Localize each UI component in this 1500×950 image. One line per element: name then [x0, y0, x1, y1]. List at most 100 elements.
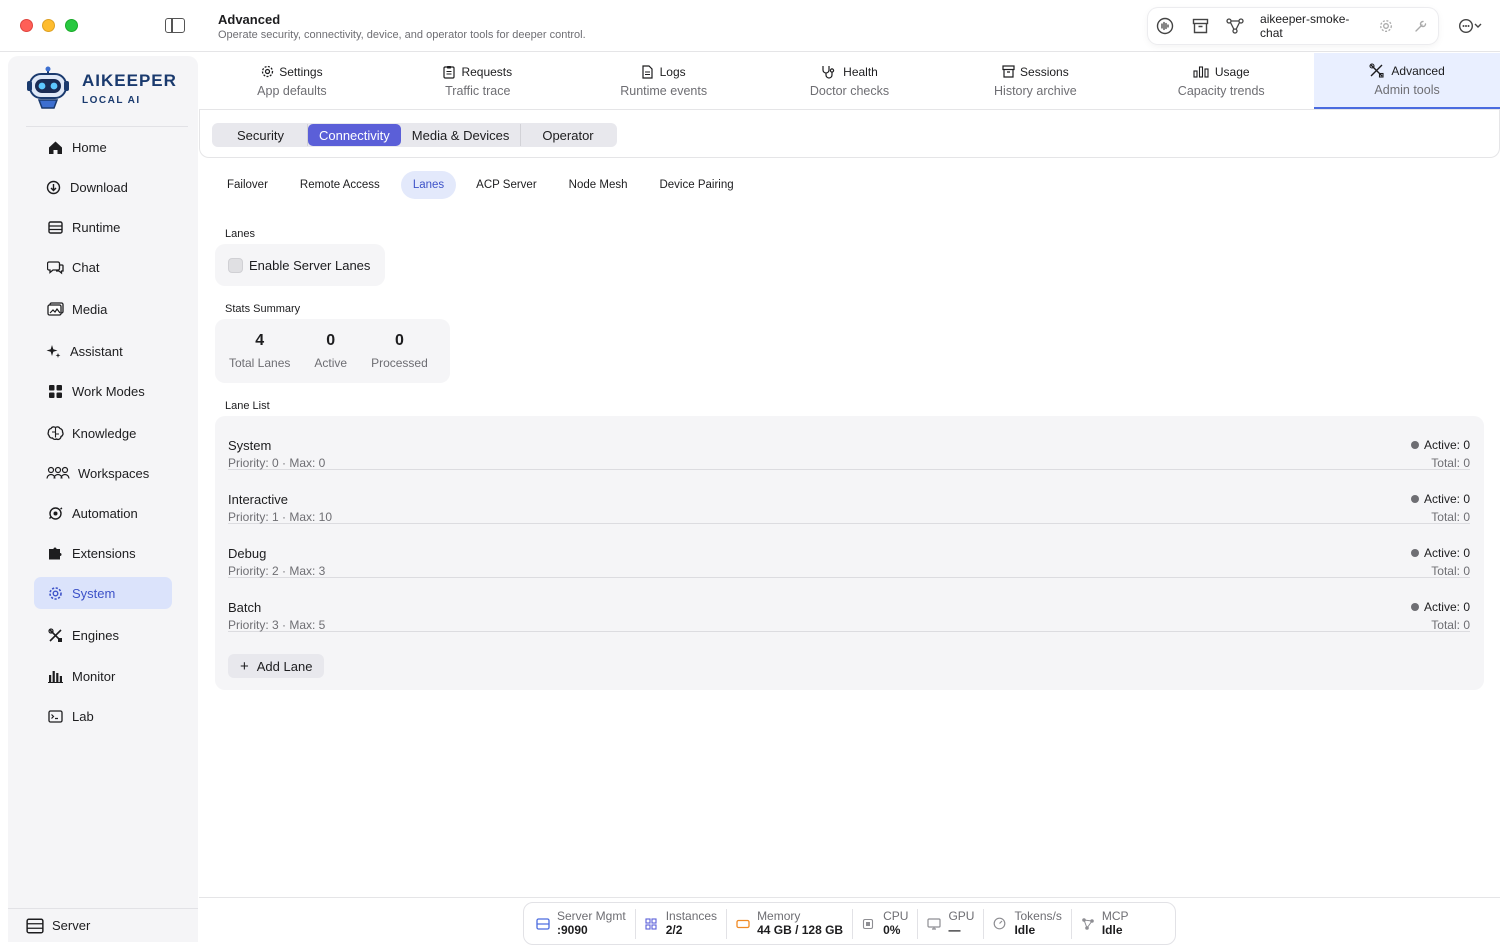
sidebar-item-lab[interactable]: Lab — [34, 700, 172, 732]
status-server-mgmt[interactable]: Server Mgmt:9090 — [536, 908, 636, 939]
tab-health[interactable]: Health Doctor checks — [757, 53, 943, 109]
sidebar-item-knowledge[interactable]: Knowledge — [34, 417, 172, 449]
add-lane-button[interactable]: + Add Lane — [228, 654, 325, 678]
pill-lanes[interactable]: Lanes — [400, 171, 457, 199]
status-instances[interactable]: Instances 2/2 — [645, 908, 728, 939]
page-header: Advanced Operate security, connectivity,… — [218, 12, 586, 41]
sidebar-toggle-icon[interactable] — [165, 18, 185, 33]
zoom-window-button[interactable] — [65, 19, 78, 32]
sidebar: AIKEEPER LOCAL AI Home Download Runtime … — [8, 56, 198, 942]
tab-advanced[interactable]: Advanced Admin tools — [1314, 53, 1500, 109]
stat-value: 4 — [255, 332, 265, 349]
sidebar-item-download[interactable]: Download — [34, 171, 172, 203]
lane-row[interactable]: Interactive Priority: 1 · Max: 10 Active… — [228, 470, 1470, 524]
tab-settings[interactable]: Settings App defaults — [199, 53, 385, 109]
grid-icon — [46, 382, 64, 400]
sidebar-item-automation[interactable]: Automation — [34, 497, 172, 529]
enable-server-lanes-toggle[interactable]: Enable Server Lanes — [215, 244, 385, 286]
sidebar-item-label: Monitor — [72, 668, 116, 684]
enable-server-lanes-checkbox[interactable] — [228, 257, 243, 273]
status-label: Memory — [757, 909, 801, 923]
tab-requests[interactable]: Requests Traffic trace — [385, 53, 571, 109]
segment-connectivity[interactable]: Connectivity — [307, 124, 401, 146]
connectivity-subtabs: Failover Remote Access Lanes ACP Server … — [215, 171, 754, 199]
tab-logs[interactable]: Logs Runtime events — [571, 53, 757, 109]
sidebar-item-home[interactable]: Home — [34, 131, 172, 163]
more-menu-button[interactable] — [1458, 16, 1486, 36]
gear-icon — [46, 584, 64, 602]
status-memory[interactable]: Memory 44 GB / 128 GB — [736, 908, 854, 939]
status-gpu[interactable]: GPU — — [927, 908, 985, 939]
tab-sublabel: Admin tools — [1374, 82, 1440, 97]
tab-usage[interactable]: Usage Capacity trends — [1128, 53, 1314, 109]
divider — [26, 126, 188, 127]
lane-active-label: Active: 0 — [1423, 438, 1470, 452]
current-profile-label[interactable]: aikeeper-smoke-chat — [1260, 12, 1365, 40]
branch-icon — [1225, 16, 1244, 36]
pill-device-pairing[interactable]: Device Pairing — [647, 171, 745, 199]
status-dot-icon — [1410, 603, 1419, 611]
memory-icon — [736, 917, 750, 931]
tab-label: Sessions — [1020, 64, 1069, 79]
gear-icon[interactable] — [1377, 16, 1396, 36]
lane-row[interactable]: System Priority: 0 · Max: 0 Active: 0 To… — [228, 416, 1470, 470]
status-label: MCP — [1101, 909, 1129, 923]
tab-sessions[interactable]: Sessions History archive — [942, 53, 1128, 109]
brand: AIKEEPER LOCAL AI — [26, 66, 177, 110]
sidebar-item-workspaces[interactable]: Workspaces — [34, 457, 172, 489]
status-label: GPU — [948, 909, 975, 923]
sidebar-item-runtime[interactable]: Runtime — [34, 211, 172, 243]
lane-meta: Priority: 0 · Max: 0 — [228, 456, 326, 470]
lane-row[interactable]: Debug Priority: 2 · Max: 3 Active: 0 Tot… — [228, 524, 1470, 578]
sidebar-item-engines[interactable]: Engines — [34, 619, 172, 651]
status-label: CPU — [883, 909, 909, 923]
server-footer-label: Server — [52, 918, 91, 933]
pill-acp-server[interactable]: ACP Server — [464, 171, 549, 199]
segment-security[interactable]: Security — [214, 124, 308, 146]
server-footer-button[interactable]: Server — [8, 908, 198, 942]
lane-row[interactable]: Batch Priority: 3 · Max: 5 Active: 0 Tot… — [228, 578, 1470, 632]
minimize-window-button[interactable] — [42, 19, 55, 32]
status-tokens[interactable]: Tokens/s Idle — [993, 908, 1072, 939]
add-lane-label: Add Lane — [256, 658, 313, 674]
sidebar-item-assistant[interactable]: Assistant — [34, 335, 172, 367]
server-icon — [536, 917, 550, 931]
tab-sublabel: App defaults — [257, 83, 327, 98]
sidebar-item-system[interactable]: System — [34, 577, 172, 609]
wrench-icon[interactable] — [1411, 16, 1430, 36]
lane-meta: Priority: 3 · Max: 5 — [228, 618, 326, 632]
stats-summary: 4 Total Lanes 0 Active 0 Processed — [215, 319, 450, 383]
sidebar-item-label: Download — [70, 179, 128, 195]
tools-icon — [1369, 63, 1387, 78]
status-value: :9090 — [557, 923, 588, 937]
sidebar-item-work-modes[interactable]: Work Modes — [34, 375, 172, 407]
sidebar-item-label: Chat — [72, 259, 100, 275]
sidebar-item-chat[interactable]: Chat — [34, 251, 172, 283]
lane-active-label: Active: 0 — [1423, 546, 1470, 560]
status-dot-icon — [1410, 441, 1419, 449]
sidebar-item-monitor[interactable]: Monitor — [34, 660, 172, 692]
lane-total: Total: 0 — [1431, 564, 1470, 578]
network-icon — [1081, 917, 1095, 931]
close-window-button[interactable] — [20, 19, 33, 32]
tab-label: Health — [843, 64, 878, 79]
status-mcp[interactable]: MCP Idle — [1081, 909, 1129, 939]
pill-remote-access[interactable]: Remote Access — [288, 171, 392, 199]
sidebar-item-media[interactable]: Media — [34, 293, 172, 325]
sidebar-item-label: Assistant — [70, 343, 123, 359]
bar-chart-icon — [1193, 65, 1211, 79]
lane-name: Interactive — [228, 492, 288, 507]
lane-meta: Priority: 1 · Max: 10 — [228, 510, 333, 524]
pill-failover[interactable]: Failover — [215, 171, 280, 199]
page-title: Advanced — [218, 12, 281, 27]
status-cpu[interactable]: CPU 0% — [862, 908, 919, 939]
sidebar-item-label: Extensions — [72, 545, 136, 561]
segment-media-devices[interactable]: Media & Devices — [401, 124, 522, 146]
segment-operator[interactable]: Operator — [521, 124, 614, 146]
pill-node-mesh[interactable]: Node Mesh — [557, 171, 640, 199]
voice-icon[interactable] — [1156, 16, 1175, 36]
sidebar-item-extensions[interactable]: Extensions — [34, 537, 172, 569]
archive-icon[interactable] — [1191, 16, 1210, 36]
automation-icon — [46, 504, 64, 522]
sidebar-item-label: Automation — [72, 505, 138, 521]
